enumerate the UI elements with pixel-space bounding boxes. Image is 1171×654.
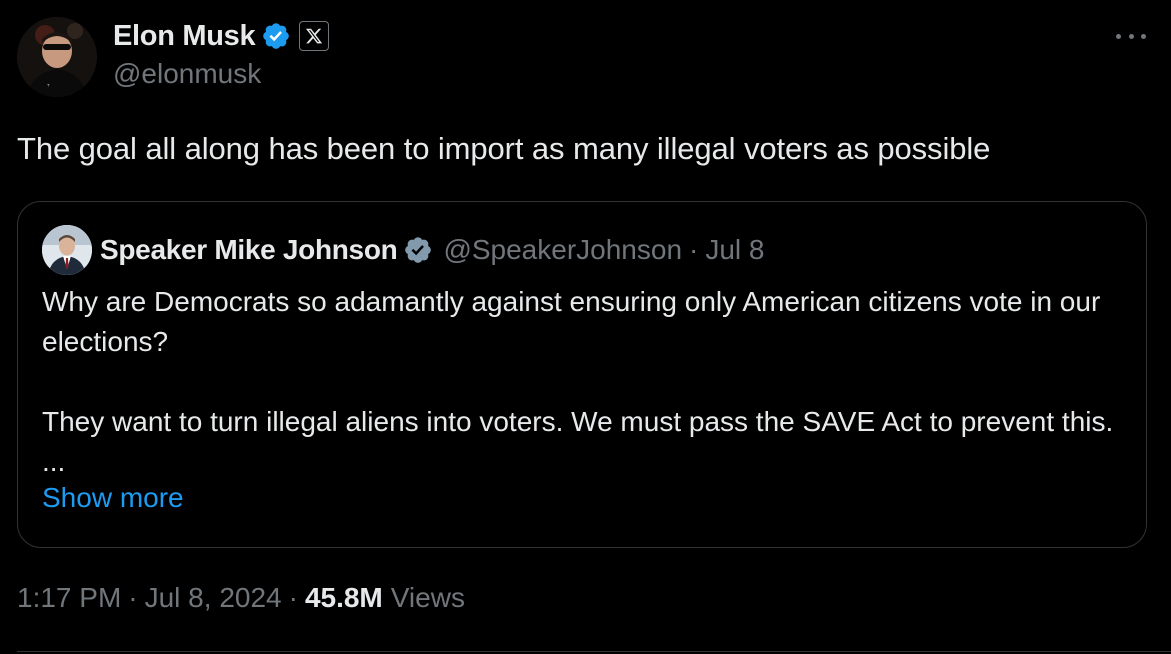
verified-badge-icon[interactable] — [403, 235, 433, 265]
author-display-name[interactable]: Elon Musk — [113, 20, 256, 53]
separator-dot: · — [288, 582, 298, 613]
separator-dot: · — [128, 582, 138, 613]
author-name-row: Elon Musk — [113, 16, 330, 56]
more-dot — [1116, 33, 1121, 39]
quoted-tweet-paragraph: Why are Democrats so adamantly against e… — [42, 286, 1101, 357]
quoted-tweet-text: Why are Democrats so adamantly against e… — [42, 282, 1132, 482]
show-more-link[interactable]: Show more — [42, 482, 184, 514]
views-count[interactable]: 45.8M — [305, 582, 383, 614]
author-handle[interactable]: @elonmusk — [113, 58, 261, 90]
views-label: Views — [390, 582, 465, 613]
more-dots-icon[interactable] — [1116, 24, 1146, 48]
quoted-tweet-card[interactable]: Speaker Mike Johnson @SpeakerJohnson · J… — [17, 201, 1147, 548]
separator-dot: · — [689, 234, 699, 265]
quoted-tweet-header: Speaker Mike Johnson @SpeakerJohnson · J… — [42, 225, 765, 275]
more-dot — [1128, 33, 1134, 39]
quoted-tweet-paragraph: They want to turn illegal aliens into vo… — [42, 406, 1114, 477]
x-logo-icon[interactable] — [299, 21, 330, 51]
verified-badge-icon[interactable] — [261, 21, 291, 51]
quoted-tweet-date[interactable]: Jul 8 — [705, 234, 764, 266]
author-avatar[interactable]: ᵀ — [17, 17, 97, 97]
tweet-date[interactable]: Jul 8, 2024 — [145, 582, 282, 614]
tweet-container: ᵀ Elon Musk @elonmusk The goal all along… — [0, 0, 1171, 654]
svg-text:ᵀ: ᵀ — [46, 83, 50, 91]
quoted-author-avatar[interactable] — [42, 225, 92, 275]
divider — [17, 651, 1171, 652]
tweet-text: The goal all along has been to import as… — [17, 131, 991, 166]
quoted-author-handle[interactable]: @SpeakerJohnson — [443, 234, 682, 266]
quoted-author-display-name[interactable]: Speaker Mike Johnson — [100, 234, 398, 266]
tweet-meta: 1:17 PM · Jul 8, 2024 · 45.8M Views — [17, 582, 465, 614]
tweet-time[interactable]: 1:17 PM — [17, 582, 121, 614]
more-dot — [1141, 33, 1146, 39]
